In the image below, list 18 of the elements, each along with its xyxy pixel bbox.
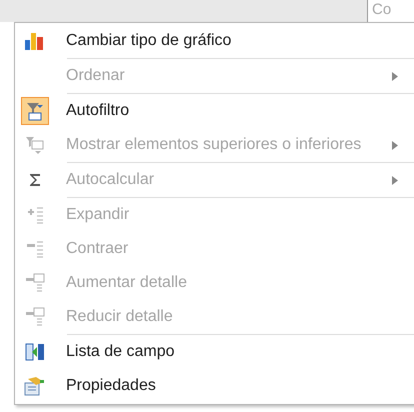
field-list-icon [25,343,45,361]
sigma-icon [27,172,43,188]
filter-icon [25,101,45,121]
bar-chart-icon [24,31,46,51]
drill-up-icon [25,273,45,293]
menu-item[interactable]: Lista de campo [15,335,414,369]
properties-icon [24,376,46,396]
menu-item[interactable]: Cambiar tipo de gráfico [15,24,414,58]
cell-text: Co [372,1,392,19]
submenu-arrow-icon [392,176,398,184]
submenu-arrow-icon [392,72,398,80]
submenu-arrow-icon [392,140,398,150]
collapse-icon [25,240,45,258]
menu-item[interactable]: Propiedades [15,369,414,403]
drill-down-icon [25,307,45,327]
top-ten-icon [25,135,45,155]
expand-icon [25,206,45,224]
menu-item[interactable]: Autofiltro [15,94,414,128]
